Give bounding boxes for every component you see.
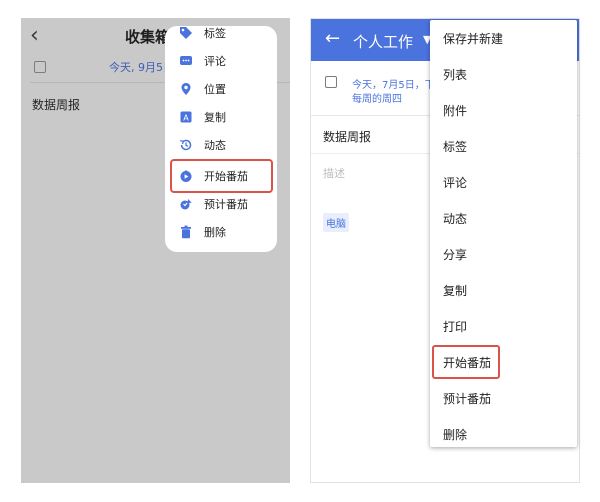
menu-item-label: 打印 — [443, 319, 468, 334]
menu-item-save-and-new[interactable]: 保存并新建 — [430, 20, 577, 56]
tag-icon — [178, 26, 193, 41]
trash-icon — [178, 225, 193, 240]
menu-item-print[interactable]: 打印 — [430, 308, 577, 344]
menu-item-share[interactable]: 分享 — [430, 236, 577, 272]
menu-item-location[interactable]: 位置 — [165, 75, 277, 103]
menu-item-attachment[interactable]: 附件 — [430, 92, 577, 128]
location-pin-icon — [178, 82, 193, 97]
menu-item-delete[interactable]: 删除 — [165, 218, 277, 246]
menu-item-label: 删除 — [204, 226, 226, 239]
task-title[interactable]: 数据周报 — [32, 96, 80, 113]
highlight-box-start-pomodoro — [432, 345, 500, 379]
overflow-menu: 保存并新建 列表 附件 标签 评论 动态 分享 复制 打印 开始番茄 预计番茄 … — [430, 20, 577, 447]
menu-item-label: 保存并新建 — [443, 31, 504, 46]
menu-item-label: 复制 — [443, 283, 468, 298]
comment-icon — [178, 54, 193, 69]
menu-item-label: 复制 — [204, 111, 226, 124]
description-input[interactable]: 描述 — [323, 165, 345, 181]
tag-chip[interactable]: 电脑 — [323, 213, 349, 232]
menu-item-estimate-pomodoro[interactable]: 预计番茄 — [430, 380, 577, 416]
menu-item-label: 动态 — [204, 139, 226, 152]
menu-item-label: 评论 — [443, 175, 468, 190]
menu-item-tag[interactable]: 标签 — [165, 19, 277, 47]
menu-item-label: 预计番茄 — [443, 391, 492, 406]
menu-item-delete[interactable]: 删除 — [430, 416, 577, 452]
list-title[interactable]: 个人工作 — [353, 31, 413, 52]
menu-item-label: 附件 — [443, 103, 468, 118]
back-arrow-icon[interactable]: ← — [325, 28, 340, 49]
menu-item-activity[interactable]: 动态 — [165, 131, 277, 159]
menu-item-label: 动态 — [443, 211, 468, 226]
task-title[interactable]: 数据周报 — [323, 128, 371, 145]
task-repeat[interactable]: 每周的周四 — [352, 90, 402, 105]
menu-item-label: 位置 — [204, 83, 226, 96]
page-title: 收集箱 — [125, 28, 171, 46]
history-icon — [178, 138, 193, 153]
copy-icon: A — [178, 110, 193, 125]
estimate-pomodoro-icon — [178, 197, 193, 212]
ios-context-menu: 标签 评论 位置 A 复制 动态 开始番茄 预计番茄 删除 — [165, 26, 277, 252]
menu-item-label: 删除 — [443, 427, 468, 442]
highlight-box-start-pomodoro — [170, 159, 273, 193]
task-checkbox[interactable] — [325, 76, 337, 88]
menu-item-label: 评论 — [204, 55, 226, 68]
menu-item-comment[interactable]: 评论 — [430, 164, 577, 200]
menu-item-label: 列表 — [443, 67, 468, 82]
svg-text:A: A — [183, 114, 189, 123]
menu-item-copy[interactable]: A 复制 — [165, 103, 277, 131]
menu-item-label: 分享 — [443, 247, 468, 262]
menu-item-label: 标签 — [204, 27, 226, 40]
menu-item-tag[interactable]: 标签 — [430, 128, 577, 164]
menu-item-copy[interactable]: 复制 — [430, 272, 577, 308]
menu-item-label: 标签 — [443, 139, 468, 154]
menu-item-comment[interactable]: 评论 — [165, 47, 277, 75]
menu-item-activity[interactable]: 动态 — [430, 200, 577, 236]
menu-item-estimate-pomodoro[interactable]: 预计番茄 — [165, 190, 277, 218]
task-date[interactable]: 今天，7月5日，下 — [352, 76, 435, 91]
back-chevron-icon[interactable]: ‹ — [30, 24, 39, 48]
task-checkbox[interactable] — [34, 61, 46, 73]
menu-item-list[interactable]: 列表 — [430, 56, 577, 92]
menu-item-label: 预计番茄 — [204, 198, 248, 211]
